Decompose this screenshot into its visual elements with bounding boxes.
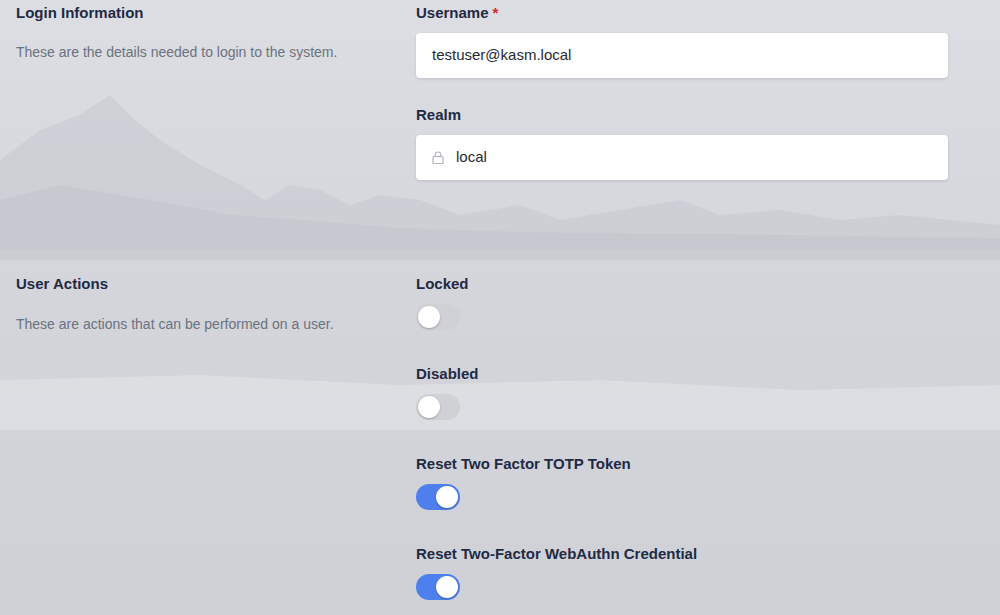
actions-section: User Actions These are actions that can b…	[16, 240, 984, 600]
toggle-switch[interactable]	[416, 574, 460, 600]
section-description: These are the details needed to login to…	[16, 40, 346, 65]
field-input: local	[416, 135, 948, 180]
required-mark: *	[493, 4, 499, 21]
field-value: testuser@kasm.local	[432, 44, 571, 67]
section-description: These are actions that can be performed …	[16, 312, 346, 337]
login-section: Login Information These are the details n…	[16, 0, 984, 180]
action-toggles: Locked Disabled Reset Two Factor TOTP Toke…	[416, 274, 948, 600]
field-value: local	[456, 146, 487, 169]
toggle-knob	[418, 306, 440, 328]
login-fields: Username* testuser@kasm.local Realm local	[416, 3, 948, 180]
toggle-label: Locked	[416, 274, 948, 294]
section-title: Login Information	[16, 3, 416, 23]
lock-icon	[432, 151, 446, 165]
toggle-knob	[436, 486, 458, 508]
field-label-text: Realm	[416, 106, 461, 123]
field-label-text: Username	[416, 4, 489, 21]
section-title: User Actions	[16, 274, 416, 294]
toggle-label: Reset Two-Factor WebAuthn Credential	[416, 544, 948, 564]
toggle-knob	[418, 396, 440, 418]
section-divider	[0, 239, 1000, 240]
toggle-row: Reset Two-Factor WebAuthn Credential	[416, 544, 948, 600]
toggle-label: Reset Two Factor TOTP Token	[416, 454, 948, 474]
field-label: Realm	[416, 105, 948, 125]
login-info: Login Information These are the details n…	[16, 3, 416, 180]
background-mountains	[0, 0, 1000, 615]
toggle-switch[interactable]	[416, 394, 460, 420]
field-label: Username*	[416, 3, 948, 23]
toggle-row: Reset Two Factor TOTP Token	[416, 454, 948, 510]
field-input[interactable]: testuser@kasm.local	[416, 33, 948, 78]
toggle-switch[interactable]	[416, 304, 460, 330]
toggle-knob	[436, 576, 458, 598]
actions-info: User Actions These are actions that can b…	[16, 274, 416, 600]
toggle-row: Locked	[416, 274, 948, 330]
toggle-row: Disabled	[416, 364, 948, 420]
toggle-switch[interactable]	[416, 484, 460, 510]
toggle-label: Disabled	[416, 364, 948, 384]
